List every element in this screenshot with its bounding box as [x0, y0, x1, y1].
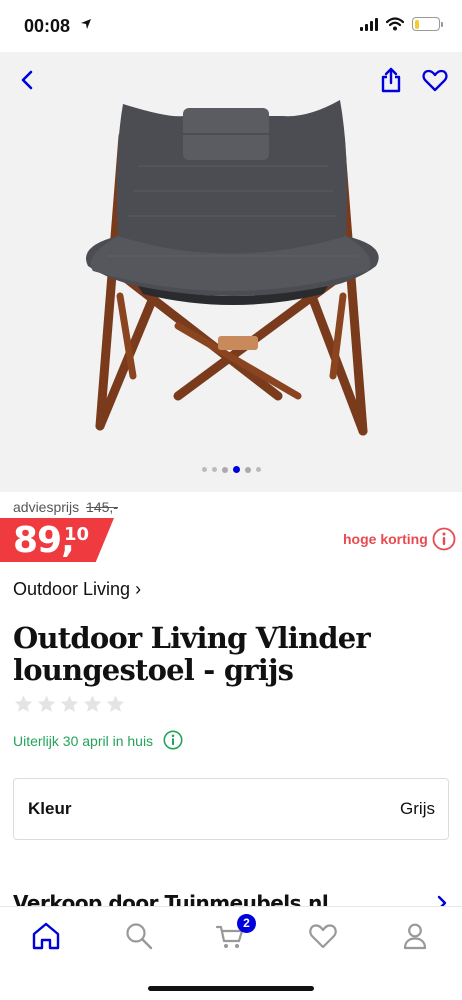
- battery-level: [414, 19, 420, 29]
- account-user-icon[interactable]: [400, 921, 430, 951]
- location-arrow-icon: [81, 19, 91, 29]
- discount-label: hoge korting: [343, 531, 428, 547]
- rating-stars[interactable]: [13, 694, 126, 714]
- delivery-info-icon[interactable]: [163, 730, 183, 750]
- gallery-dot[interactable]: [201, 467, 207, 472]
- gallery-dot[interactable]: [244, 466, 251, 473]
- battery-icon: [412, 17, 443, 31]
- status-indicators: [360, 17, 443, 31]
- gallery-dot[interactable]: [232, 466, 240, 473]
- delivery-estimate: Uiterlijk 30 april in huis: [13, 733, 154, 749]
- color-label: Kleur: [28, 799, 72, 818]
- wishlist-heart-icon[interactable]: [308, 921, 338, 951]
- home-indicator: [148, 986, 314, 991]
- product-photo-chair: [86, 100, 379, 436]
- product-title: Outdoor Living Vlinder loungestoel - gri…: [13, 621, 371, 687]
- star-icon: [60, 695, 79, 712]
- back-chevron-icon[interactable]: [16, 68, 40, 92]
- status-time: 00:08: [24, 16, 71, 36]
- star-icon: [106, 695, 125, 712]
- price-decimals: 10: [64, 524, 90, 545]
- star-icon: [14, 695, 33, 712]
- product-image-gallery[interactable]: [0, 52, 462, 492]
- share-icon[interactable]: [378, 66, 404, 94]
- bottom-tab-bar: 2: [0, 906, 462, 1000]
- discount-info-icon[interactable]: [432, 527, 456, 551]
- gallery-dot[interactable]: [255, 467, 261, 472]
- color-value: Grijs: [400, 799, 435, 818]
- star-icon: [37, 695, 56, 712]
- signal-icon: [360, 17, 378, 31]
- color-selector[interactable]: Kleur Grijs: [13, 778, 449, 840]
- home-icon[interactable]: [31, 921, 61, 951]
- star-icon: [83, 695, 102, 712]
- gallery-dot[interactable]: [211, 467, 217, 472]
- advice-price-value: 145,-: [86, 499, 118, 515]
- wifi-icon: [386, 17, 404, 31]
- favorite-heart-icon[interactable]: [422, 68, 448, 92]
- advice-price: adviesprijs 145,-: [13, 499, 118, 515]
- gallery-pagination-dots[interactable]: [0, 466, 462, 473]
- gallery-dot[interactable]: [221, 466, 228, 473]
- cart-count-badge: 2: [237, 914, 256, 933]
- search-icon[interactable]: [124, 921, 154, 951]
- brand-link[interactable]: Outdoor Living ›: [13, 579, 141, 600]
- advice-price-label: adviesprijs: [13, 499, 80, 515]
- status-bar: 00:08: [0, 0, 462, 52]
